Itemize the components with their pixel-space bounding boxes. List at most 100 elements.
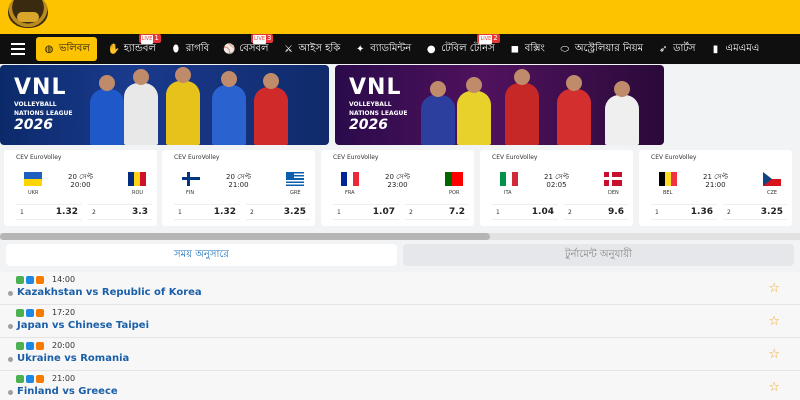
nav-item-badminton[interactable]: ✦ ব্যাডমিন্টন [347, 37, 418, 61]
match-card[interactable]: CEV EuroVolley 21 সেপ্ট 21:00 BEL CZE 11… [639, 150, 792, 226]
status-dot [8, 357, 13, 362]
nav-item-rugby[interactable]: ⬮ রাগবি [163, 37, 216, 61]
home-team-code: FRA [345, 190, 355, 196]
league-name: CEV EuroVolley [16, 154, 62, 161]
stats-icon [26, 375, 34, 383]
nav-label: রাগবি [185, 42, 210, 54]
home-team-code: ITA [504, 190, 512, 196]
match-card[interactable]: CEV EuroVolley 21 সেপ্ট 02:05 ITA DEN 11… [480, 150, 633, 226]
sort-tabs: সময় অনুসারে টুর্নামেন্ট অনুযায়ী [6, 244, 794, 268]
match-card[interactable]: CEV EuroVolley 20 সেপ্ট 23:00 FRA POR 11… [321, 150, 474, 226]
odds-home-button[interactable]: 1 1.04 [492, 204, 558, 220]
market-icons [16, 342, 44, 350]
match-start-time: 14:00 [52, 275, 76, 284]
home-team-code: FIN [186, 190, 195, 196]
player-figure [166, 67, 200, 145]
match-title-link[interactable]: Japan vs Chinese Taipei [17, 320, 149, 331]
home-team-code: UKR [28, 190, 39, 196]
nav-item-handball[interactable]: ✋ হ্যান্ডবল LIVE 1 [101, 34, 163, 61]
odds-home-button[interactable]: 1 1.32 [174, 204, 240, 220]
promo-banner-placeholder [670, 65, 800, 145]
away-team-code: DEN [608, 190, 619, 196]
home-team-code: BEL [663, 190, 673, 196]
favorite-star-icon[interactable]: ☆ [768, 380, 780, 395]
player-figure [212, 71, 246, 145]
match-start-time: 21:00 [52, 374, 76, 383]
nav-item-baseball[interactable]: ⚾ বেসবল LIVE 3 [216, 34, 275, 61]
nav-item-ice-hockey[interactable]: ⚔ আইস হকি [275, 37, 347, 61]
live-count-badge: LIVE 1 [138, 34, 161, 44]
premium-icon [36, 342, 44, 350]
vnl-logo: VNL VOLLEYBALL NATIONS LEAGUE 2026 [14, 75, 73, 134]
match-start-time: 20:00 [52, 341, 76, 350]
favorite-star-icon[interactable]: ☆ [768, 281, 780, 296]
league-name: CEV EuroVolley [492, 154, 538, 161]
vnl-logo: VNL VOLLEYBALL NATIONS LEAGUE 2026 [349, 75, 408, 134]
odds-away-button[interactable]: 2 3.25 [246, 204, 310, 220]
denmark-flag-icon [604, 172, 622, 186]
baseball-icon: ⚾ [223, 43, 236, 55]
match-title-link[interactable]: Finland vs Greece [17, 386, 118, 397]
favorite-star-icon[interactable]: ☆ [768, 314, 780, 329]
promo-banner-men[interactable]: VNL VOLLEYBALL NATIONS LEAGUE 2026 [0, 65, 329, 145]
market-icons [16, 309, 44, 317]
nav-item-boxing[interactable]: ◼ বক্সিং [502, 37, 552, 61]
nav-item-darts[interactable]: ➶ ডার্টস [650, 37, 702, 61]
tab-by-time[interactable]: সময় অনুসারে [6, 244, 397, 266]
list-item[interactable]: 21:00 Finland vs Greece ☆ [0, 371, 800, 400]
odds-home-button[interactable]: 1 1.07 [333, 204, 399, 220]
match-card[interactable]: CEV EuroVolley 20 সেপ্ট 20:00 UKR ROU 11… [4, 150, 157, 226]
live-count-badge: LIVE 3 [251, 34, 274, 44]
badminton-icon: ✦ [356, 43, 365, 55]
list-item[interactable]: 14:00 Kazakhstan vs Republic of Korea ☆ [0, 272, 800, 305]
favorite-star-icon[interactable]: ☆ [768, 347, 780, 362]
list-item[interactable]: 17:20 Japan vs Chinese Taipei ☆ [0, 305, 800, 338]
nav-label: বক্সিং [524, 42, 545, 54]
nav-item-table-tennis[interactable]: ● টেবিল টেনিস LIVE 2 [418, 34, 502, 61]
greece-flag-icon [286, 172, 304, 186]
promo-banner-women[interactable]: VNL VOLLEYBALL NATIONS LEAGUE 2026 [335, 65, 664, 145]
odds-away-button[interactable]: 2 9.6 [564, 204, 628, 220]
rugby-icon: ⬮ [172, 43, 179, 55]
tab-by-tournament[interactable]: টুর্নামেন্ট অনুযায়ী [403, 244, 794, 266]
list-item[interactable]: 20:00 Ukraine vs Romania ☆ [0, 338, 800, 371]
nav-label: ডার্টস [673, 42, 696, 54]
status-dot [8, 390, 13, 395]
odds-away-button[interactable]: 2 7.2 [405, 204, 469, 220]
czechia-flag-icon [763, 172, 781, 186]
scrollbar-thumb[interactable] [0, 233, 490, 240]
darts-icon: ➶ [658, 43, 668, 55]
portugal-flag-icon [445, 172, 463, 186]
league-name: CEV EuroVolley [333, 154, 379, 161]
status-dot [8, 324, 13, 329]
nav-item-mma[interactable]: ▮ এমএমএ [702, 37, 766, 61]
odds-away-button[interactable]: 2 3.25 [723, 204, 787, 220]
match-title-link[interactable]: Kazakhstan vs Republic of Korea [17, 287, 202, 298]
live-stream-icon [16, 342, 24, 350]
menu-icon[interactable] [0, 34, 36, 64]
site-logo[interactable] [8, 0, 48, 28]
match-card[interactable]: CEV EuroVolley 20 সেপ্ট 21:00 FIN GRE 11… [162, 150, 315, 226]
premium-icon [36, 309, 44, 317]
premium-icon [36, 276, 44, 284]
romania-flag-icon [128, 172, 146, 186]
stats-icon [26, 342, 34, 350]
live-stream-icon [16, 276, 24, 284]
odds-away-button[interactable]: 2 3.3 [88, 204, 152, 220]
market-icons [16, 276, 44, 284]
market-icons [16, 375, 44, 383]
player-figure [90, 75, 124, 145]
match-title-link[interactable]: Ukraine vs Romania [17, 353, 129, 364]
away-team-code: CZE [767, 190, 778, 196]
ice-hockey-icon: ⚔ [284, 43, 293, 55]
odds-home-button[interactable]: 1 1.36 [651, 204, 717, 220]
nav-item-volleyball[interactable]: ◍ ভলিবল [36, 37, 97, 61]
sports-nav: ◍ ভলিবল ✋ হ্যান্ডবল LIVE 1 ⬮ রাগবি ⚾ বেসব… [0, 34, 800, 64]
cards-scrollbar[interactable] [0, 233, 800, 240]
volleyball-icon: ◍ [44, 43, 54, 55]
live-count-badge: LIVE 2 [477, 34, 500, 44]
nav-item-aussie-rules[interactable]: ⬭ অস্ট্রেলিয়ার নিয়ম [552, 37, 650, 61]
odds-home-button[interactable]: 1 1.32 [16, 204, 82, 220]
player-figure [505, 69, 539, 145]
match-start-time: 17:20 [52, 308, 76, 317]
